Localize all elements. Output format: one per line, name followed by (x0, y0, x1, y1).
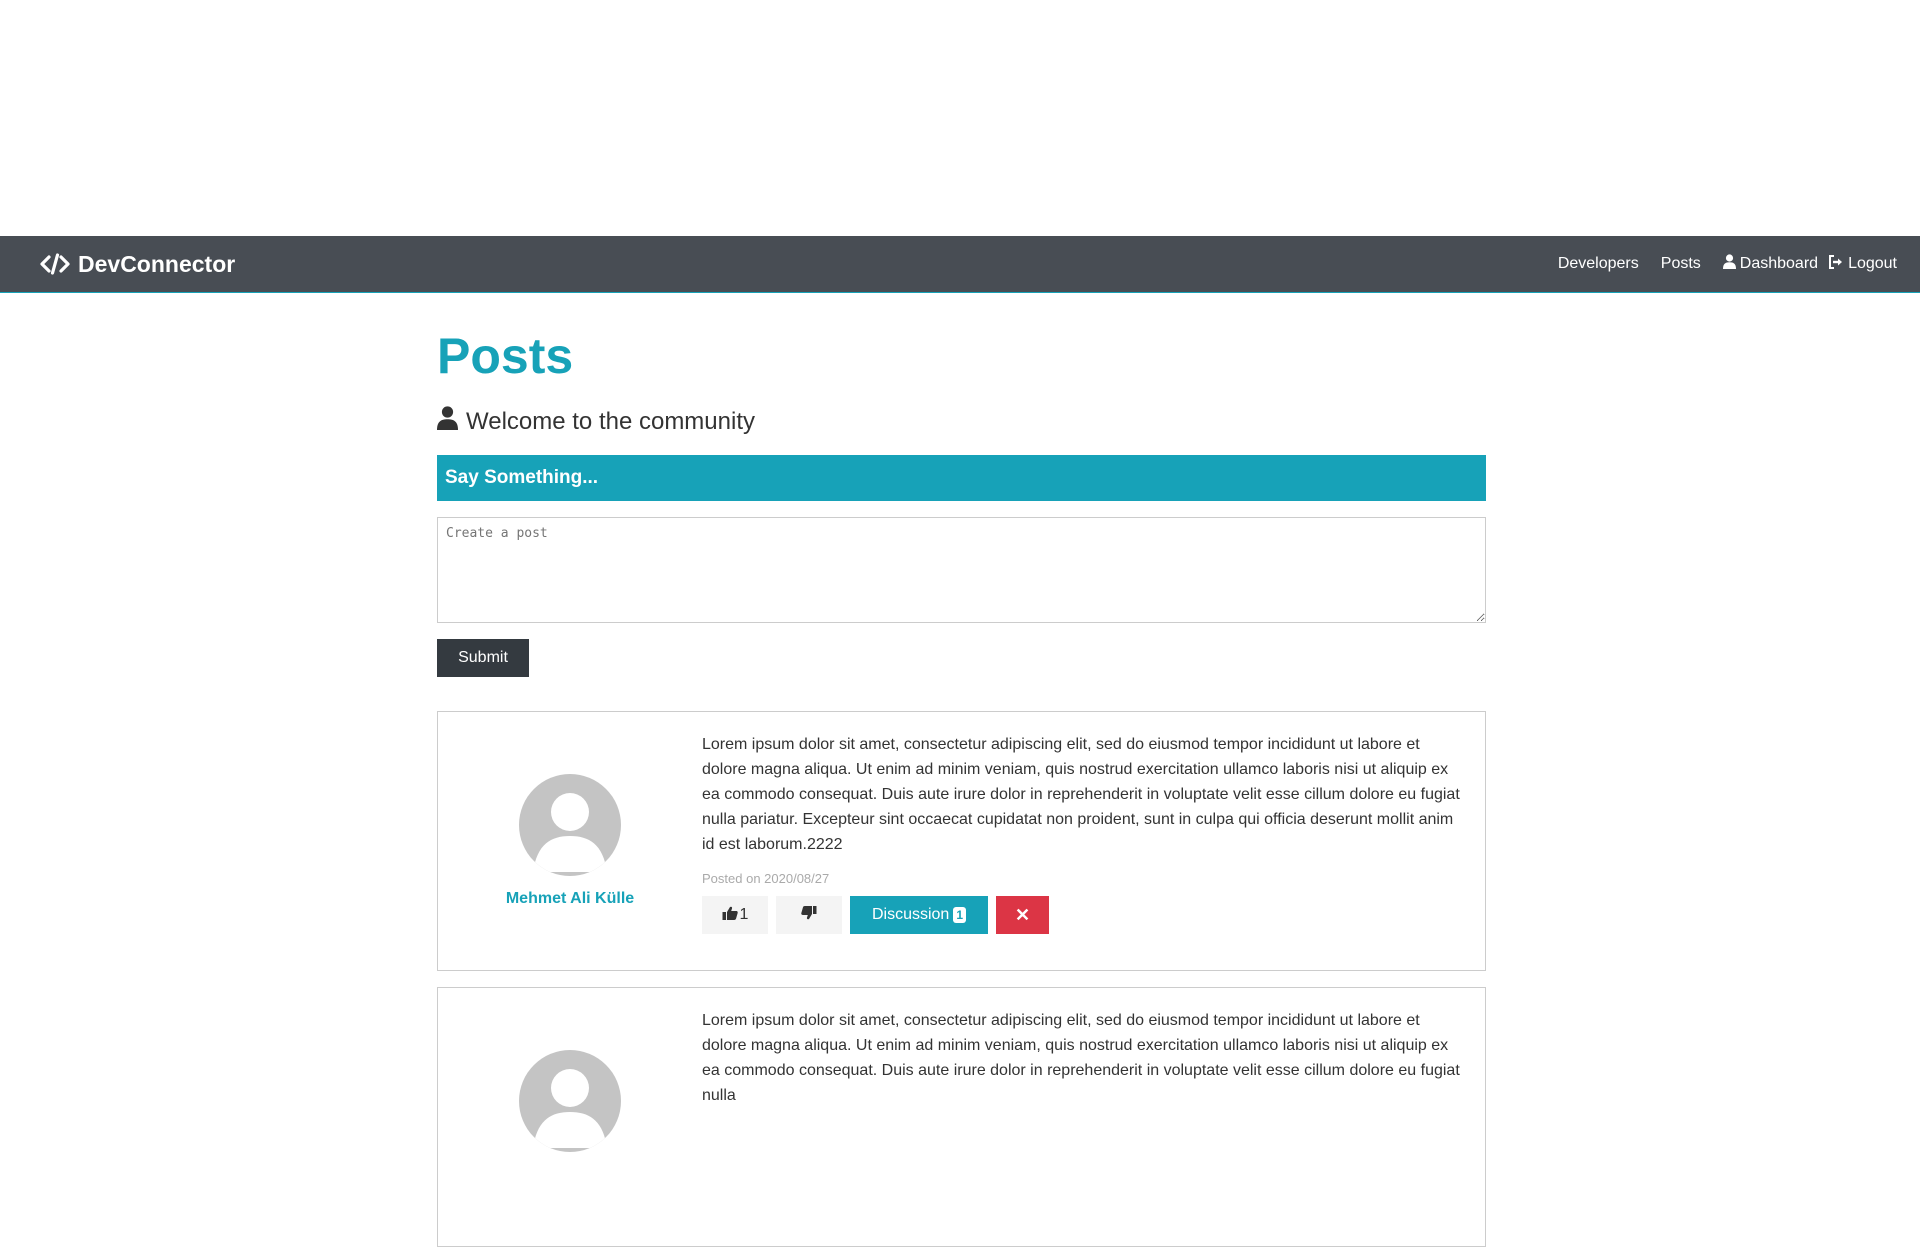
brand-name: DevConnector (78, 250, 236, 277)
nav-developers-link[interactable]: Developers (1558, 255, 1639, 273)
logout-label: Logout (1848, 255, 1897, 272)
delete-post-button[interactable]: ✕ (996, 896, 1049, 934)
post-form: Say Something... Submit (437, 455, 1486, 677)
like-count: 1 (739, 906, 749, 923)
sign-out-icon (1828, 254, 1844, 274)
post-form-header-label: Say Something... (445, 467, 599, 488)
avatar (519, 774, 621, 876)
thumbs-down-icon (801, 905, 817, 925)
post-text: Lorem ipsum dolor sit amet, consectetur … (702, 1012, 1460, 1104)
discussion-label: Discussion (871, 906, 950, 923)
main-content: Posts Welcome to the community Say Somet… (437, 293, 1486, 1247)
dashboard-label: Dashboard (1739, 255, 1819, 272)
navbar: DevConnector Developers Posts Dashboard (0, 236, 1920, 293)
post-form-header: Say Something... (437, 455, 1486, 501)
top-blank-area (0, 0, 1920, 236)
like-button[interactable]: 1 (702, 896, 768, 934)
post-actions: 1 Discussion 1 ✕ (702, 896, 1467, 934)
post-item: Lorem ipsum dolor sit amet, consectetur … (437, 987, 1486, 1247)
discussion-button[interactable]: Discussion 1 (850, 896, 988, 934)
lead-label: Welcome to the community (466, 407, 755, 435)
post-author-link[interactable] (456, 1008, 684, 1230)
nav-dashboard-link[interactable]: Dashboard (1722, 254, 1819, 274)
close-icon: ✕ (1014, 904, 1031, 925)
unlike-button[interactable] (776, 896, 842, 934)
create-post-textarea[interactable] (437, 517, 1486, 623)
code-icon (40, 253, 70, 275)
comment-count-badge: 1 (953, 907, 967, 923)
thumbs-up-icon (722, 906, 738, 925)
post-body: Lorem ipsum dolor sit amet, consectetur … (684, 732, 1467, 954)
avatar (519, 1050, 621, 1152)
brand-link[interactable]: DevConnector (40, 251, 235, 278)
nav-links: Developers Posts Dashboard Logout (1558, 254, 1897, 274)
submit-button[interactable]: Submit (437, 639, 529, 677)
page-title: Posts (437, 328, 574, 384)
author-name: Mehmet Ali Külle (505, 890, 635, 907)
post-author-link[interactable]: Mehmet Ali Külle (456, 732, 684, 954)
post-body: Lorem ipsum dolor sit amet, consectetur … (684, 1008, 1467, 1230)
user-icon (437, 406, 458, 437)
lead-text: Welcome to the community (437, 406, 1486, 437)
nav-logout-link[interactable]: Logout (1828, 254, 1897, 274)
nav-posts-link[interactable]: Posts (1661, 255, 1701, 273)
post-date: Posted on 2020/08/27 (702, 871, 830, 886)
post-item: Mehmet Ali Külle Lorem ipsum dolor sit a… (437, 711, 1486, 971)
user-icon (1722, 254, 1736, 274)
post-text: Lorem ipsum dolor sit amet, consectetur … (702, 736, 1460, 853)
